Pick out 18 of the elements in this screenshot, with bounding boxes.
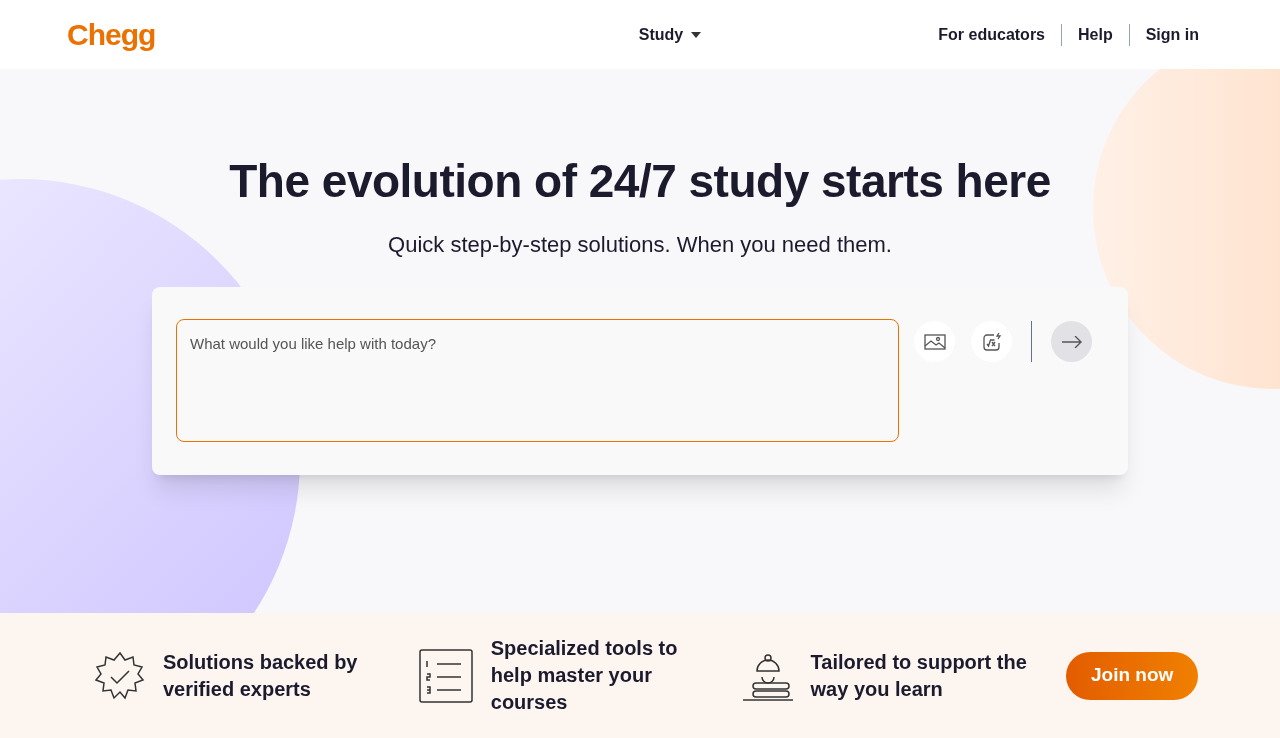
feature-text: Solutions backed by verified experts bbox=[163, 649, 359, 702]
verified-badge-icon bbox=[95, 650, 145, 701]
math-button[interactable] bbox=[971, 321, 1012, 362]
header-link[interactable]: For educators bbox=[938, 22, 1045, 47]
study-menu[interactable]: Study bbox=[638, 22, 702, 47]
hero-subtitle: Quick step-by-step solutions. When you need them. bbox=[388, 231, 892, 259]
hero-title: The evolution of 24/7 study starts here bbox=[229, 154, 1051, 209]
arrow-right-icon bbox=[1061, 335, 1082, 348]
header-link[interactable]: Help bbox=[1078, 22, 1113, 47]
question-input[interactable]: What would you like help with today? bbox=[176, 319, 899, 442]
square-root-icon bbox=[981, 331, 1002, 352]
numbered-list-icon bbox=[418, 648, 473, 703]
image-icon bbox=[923, 333, 946, 350]
submit-button[interactable] bbox=[1051, 321, 1092, 362]
header-link[interactable]: Sign in bbox=[1145, 22, 1199, 47]
image-upload-button[interactable] bbox=[914, 321, 955, 362]
feature-text: Specialized tools to help master your courses bbox=[490, 636, 679, 715]
feature-text: Tailored to support the way you learn bbox=[810, 649, 1028, 702]
